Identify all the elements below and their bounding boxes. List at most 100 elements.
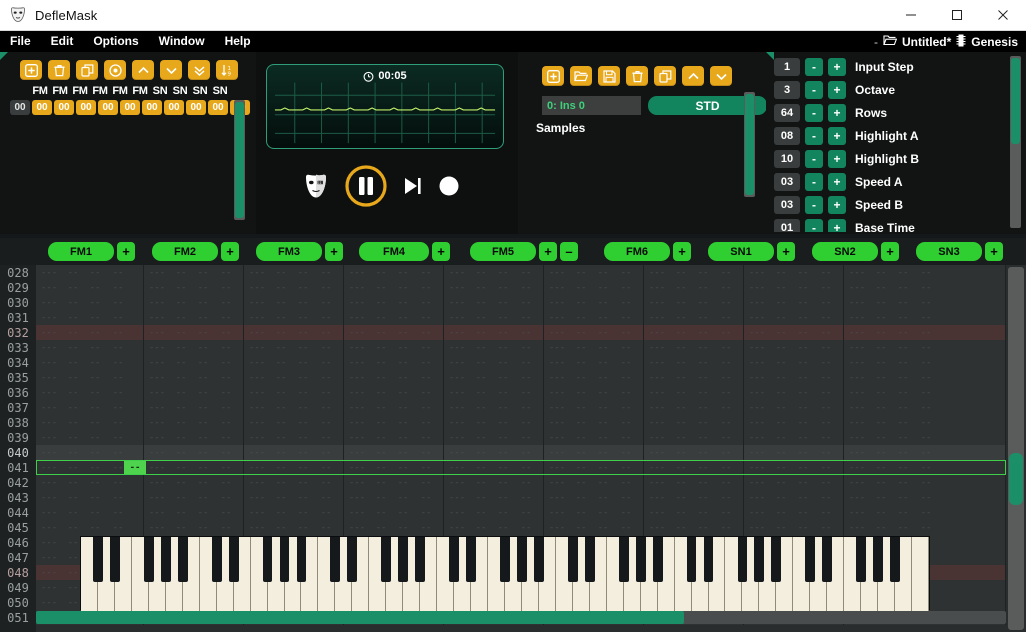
instrument-list-item[interactable]: 0: Ins 0 xyxy=(542,96,641,115)
channel-expand-fm1[interactable]: + xyxy=(117,242,135,261)
channel-expand-sn3[interactable]: + xyxy=(985,242,1003,261)
pattern-row[interactable]: 035 --- -- -- -- --- -- -- -- --- -- -- -- --- -- -- -- -… xyxy=(0,370,1026,385)
matrix-cell[interactable]: 00 xyxy=(208,100,228,115)
pattern-cell[interactable]: --------- xyxy=(544,505,644,520)
piano-black-key[interactable] xyxy=(143,537,154,582)
piano-black-key[interactable] xyxy=(703,537,714,582)
piano-black-key[interactable] xyxy=(517,537,527,582)
pattern-cell[interactable]: --------- xyxy=(144,340,244,355)
horizontal-scrollbar-track[interactable] xyxy=(36,611,1006,624)
pattern-row[interactable]: 045 --- -- -- -- --- -- -- -- --- -- -- -- --- -- -- -- -… xyxy=(0,520,1026,535)
new-instrument-button[interactable] xyxy=(542,66,564,86)
matrix-cell[interactable]: 00 xyxy=(98,100,118,115)
speed-a-decrement[interactable]: - xyxy=(805,172,823,191)
pattern-cell[interactable]: --------- xyxy=(644,445,744,460)
pattern-scrollbar-thumb[interactable] xyxy=(1009,453,1023,505)
pattern-cell[interactable]: --------- xyxy=(344,265,444,280)
pattern-cell[interactable]: --------- xyxy=(744,310,844,325)
pattern-cell[interactable]: --------- xyxy=(344,400,444,415)
channel-expand-fm4[interactable]: + xyxy=(432,242,450,261)
piano-black-key[interactable] xyxy=(449,537,460,582)
settings-scrollbar-thumb[interactable] xyxy=(1011,58,1020,144)
channel-button-fm6[interactable]: FM6 xyxy=(604,242,670,261)
pattern-cell[interactable]: --------- xyxy=(844,460,1006,475)
add-pattern-button[interactable] xyxy=(20,60,42,80)
piano-black-key[interactable] xyxy=(534,537,544,582)
pattern-cell[interactable]: --------- xyxy=(444,505,544,520)
pattern-cell[interactable]: --------- xyxy=(244,340,344,355)
pattern-cell[interactable]: --------- xyxy=(844,505,1006,520)
piano-black-key[interactable] xyxy=(584,537,595,582)
piano-black-key[interactable] xyxy=(686,537,697,582)
pattern-cell[interactable]: --------- xyxy=(244,415,344,430)
pattern-cell[interactable]: --------- xyxy=(344,295,444,310)
channel-button-fm2[interactable]: FM2 xyxy=(152,242,218,261)
pattern-cell[interactable]: --------- xyxy=(36,400,144,415)
piano-keyboard[interactable] xyxy=(80,536,930,611)
pattern-cell[interactable]: --------- xyxy=(544,460,644,475)
pattern-cell[interactable]: --------- xyxy=(344,385,444,400)
pattern-row[interactable]: 028 --- -- -- -- --- -- -- -- --- -- -- -- --- -- -- -- -… xyxy=(0,265,1026,280)
pattern-cell[interactable]: --------- xyxy=(444,310,544,325)
piano-black-key[interactable] xyxy=(330,537,341,582)
piano-black-key[interactable] xyxy=(771,537,782,582)
highlight-a-value[interactable]: 08 xyxy=(774,126,800,145)
pattern-cell[interactable]: --------- xyxy=(744,385,844,400)
pattern-cell[interactable]: --------- xyxy=(144,460,244,475)
pattern-cell[interactable]: --------- xyxy=(144,430,244,445)
pattern-cell[interactable]: --------- xyxy=(644,415,744,430)
matrix-cell[interactable]: 00 xyxy=(32,100,52,115)
pattern-cell[interactable]: --------- xyxy=(844,520,1006,535)
pattern-cell[interactable]: --------- xyxy=(544,325,644,340)
piano-black-key[interactable] xyxy=(567,537,578,582)
pattern-row[interactable]: 044 --- -- -- -- --- -- -- -- --- -- -- -- --- -- -- -- -… xyxy=(0,505,1026,520)
piano-black-key[interactable] xyxy=(737,537,748,582)
pattern-cell[interactable]: --------- xyxy=(444,445,544,460)
pattern-row[interactable]: 042 --- -- -- -- --- -- -- -- --- -- -- -- --- -- -- -- -… xyxy=(0,475,1026,490)
pattern-cell[interactable]: --------- xyxy=(244,265,344,280)
pattern-cell[interactable]: --------- xyxy=(344,520,444,535)
pattern-cell[interactable]: --------- xyxy=(344,430,444,445)
pattern-cell[interactable]: --------- xyxy=(444,265,544,280)
pattern-cell[interactable]: --------- xyxy=(244,490,344,505)
pattern-cell[interactable]: --------- xyxy=(544,310,644,325)
pattern-cell[interactable]: --------- xyxy=(744,265,844,280)
piano-black-key[interactable] xyxy=(228,537,239,582)
channel-button-sn2[interactable]: SN2 xyxy=(812,242,878,261)
pattern-cell[interactable]: --------- xyxy=(544,385,644,400)
piano-black-key[interactable] xyxy=(822,537,833,582)
cursor-cell[interactable]: -- xyxy=(124,461,146,474)
pattern-cell[interactable]: --------- xyxy=(36,355,144,370)
pattern-cell[interactable]: --------- xyxy=(844,325,1006,340)
pattern-cell[interactable]: --------- xyxy=(144,280,244,295)
highlight-b-value[interactable]: 10 xyxy=(774,149,800,168)
pattern-cell[interactable]: --------- xyxy=(444,460,544,475)
pattern-cell[interactable]: --------- xyxy=(244,400,344,415)
pattern-row[interactable]: 032 --- -- -- -- --- -- -- -- --- -- -- -- --- -- -- -- -… xyxy=(0,325,1026,340)
rows-decrement[interactable]: - xyxy=(805,103,823,122)
pattern-cell[interactable]: --------- xyxy=(644,520,744,535)
pattern-cell[interactable]: --------- xyxy=(544,430,644,445)
pattern-cell[interactable]: --------- xyxy=(744,520,844,535)
channel-button-fm3[interactable]: FM3 xyxy=(256,242,322,261)
highlight-a-increment[interactable]: + xyxy=(828,126,846,145)
piano-white-key[interactable] xyxy=(912,537,929,611)
octave-increment[interactable]: + xyxy=(828,80,846,99)
move-down-button[interactable] xyxy=(160,60,182,80)
minimize-button[interactable] xyxy=(888,0,934,31)
pattern-cell[interactable]: --------- xyxy=(444,520,544,535)
pattern-cell[interactable]: --------- xyxy=(744,475,844,490)
piano-black-key[interactable] xyxy=(381,537,392,582)
piano-black-key[interactable] xyxy=(873,537,884,582)
pattern-cell[interactable]: --------- xyxy=(744,325,844,340)
matrix-cell[interactable]: 00 xyxy=(120,100,140,115)
pattern-cell[interactable]: --------- xyxy=(844,415,1006,430)
pattern-cell[interactable]: --------- xyxy=(344,340,444,355)
pattern-cell[interactable]: --------- xyxy=(644,490,744,505)
pattern-cell[interactable]: --------- xyxy=(544,265,644,280)
piano-black-key[interactable] xyxy=(177,537,188,582)
pattern-cell[interactable]: --------- xyxy=(144,415,244,430)
menu-help[interactable]: Help xyxy=(215,31,261,52)
pattern-cell[interactable]: --------- xyxy=(544,370,644,385)
horizontal-scrollbar-thumb[interactable] xyxy=(36,611,684,624)
